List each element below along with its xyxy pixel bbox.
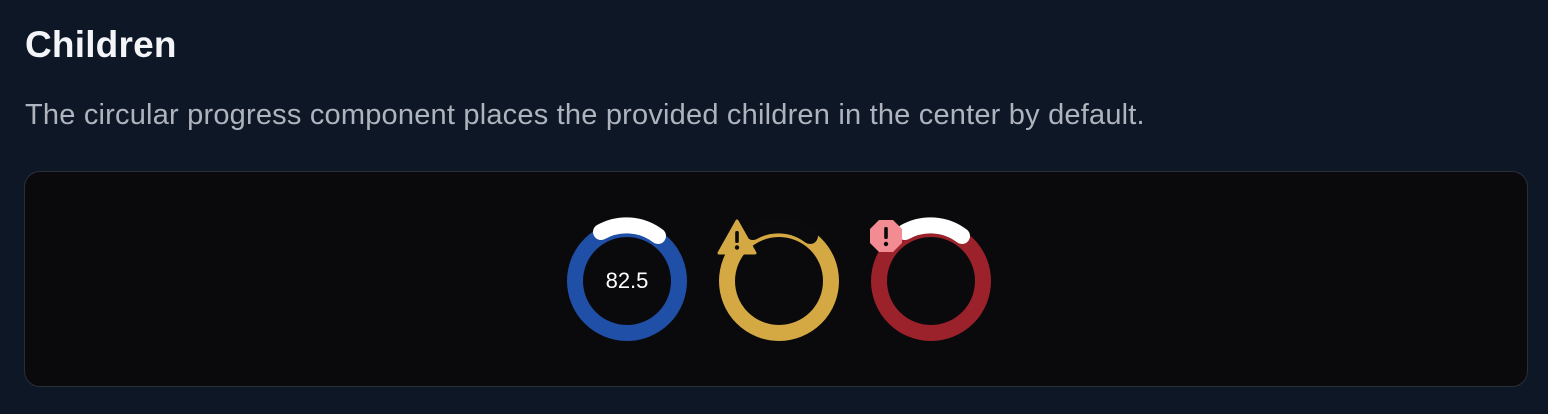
warning-triangle-icon [717,219,757,255]
error-octagon-icon [870,220,902,252]
demo-preview-box: 82.5 [24,171,1528,387]
circular-progress-value: 82.5 [565,217,689,343]
section-description: The circular progress component places t… [25,99,1145,131]
circular-progress-error [869,217,993,343]
section-title: Children [25,24,177,65]
progress-value-label: 82.5 [605,268,649,293]
circular-progress-warning [717,217,841,343]
